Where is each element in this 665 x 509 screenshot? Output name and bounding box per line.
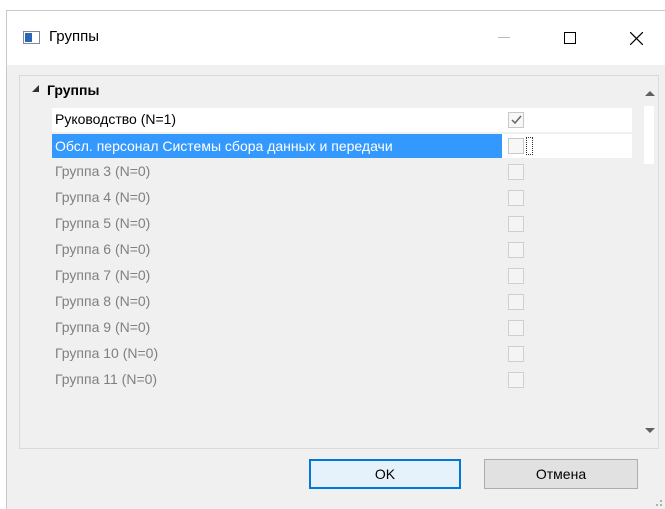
row-checkbox[interactable] xyxy=(508,164,524,180)
tree-row[interactable]: Группа 8 (N=0) xyxy=(52,290,632,314)
tree-row-label: Руководство (N=1) xyxy=(55,111,177,127)
tree-group-label: Группы xyxy=(47,82,100,98)
row-checkbox[interactable] xyxy=(508,320,524,336)
row-checkbox[interactable] xyxy=(508,372,524,388)
row-checkbox[interactable] xyxy=(508,242,524,258)
tree-row-label: Группа 7 (N=0) xyxy=(55,267,151,283)
tree-row[interactable]: Группа 5 (N=0) xyxy=(52,212,632,236)
minimize-button[interactable] xyxy=(481,11,527,65)
groups-tree[interactable]: Группы Руководство (N=1) Обсл. персонал С… xyxy=(19,75,659,449)
focus-indicator xyxy=(526,137,533,155)
tree-row-label: Группа 3 (N=0) xyxy=(55,163,151,179)
tree-row-label: Группа 6 (N=0) xyxy=(55,241,151,257)
tree-row[interactable]: Группа 4 (N=0) xyxy=(52,186,632,210)
expand-collapse-icon[interactable] xyxy=(31,84,40,93)
resize-grip-icon[interactable] xyxy=(653,497,663,507)
tree-row-label: Группа 8 (N=0) xyxy=(55,293,151,309)
tree-row[interactable]: Группа 6 (N=0) xyxy=(52,238,632,262)
window-app-icon xyxy=(23,31,40,44)
scroll-up-arrow-icon[interactable] xyxy=(642,86,658,102)
tree-row-label: Группа 5 (N=0) xyxy=(55,215,151,231)
maximize-button[interactable] xyxy=(547,11,593,65)
cancel-button[interactable]: Отмена xyxy=(484,459,638,489)
tree-row-label: Группа 10 (N=0) xyxy=(55,345,159,361)
checkmark-icon xyxy=(511,115,522,125)
row-checkbox[interactable] xyxy=(508,268,524,284)
row-checkbox[interactable] xyxy=(508,112,524,128)
tree-row[interactable]: Группа 9 (N=0) xyxy=(52,316,632,340)
tree-row[interactable]: Группа 7 (N=0) xyxy=(52,264,632,288)
tree-group-header[interactable]: Группы xyxy=(20,80,630,102)
close-button[interactable] xyxy=(613,11,659,65)
row-checkbox[interactable] xyxy=(508,190,524,206)
tree-row[interactable]: Группа 11 (N=0) xyxy=(52,368,632,392)
tree-row[interactable]: Обсл. персонал Системы сбора данных и пе… xyxy=(52,134,632,158)
tree-row[interactable]: Группа 3 (N=0) xyxy=(52,160,632,184)
window-title: Группы xyxy=(49,28,99,45)
tree-row[interactable]: Руководство (N=1) xyxy=(52,108,632,132)
row-checkbox[interactable] xyxy=(508,294,524,310)
row-checkbox[interactable] xyxy=(508,138,524,154)
vertical-scrollbar[interactable] xyxy=(642,76,658,448)
maximize-icon xyxy=(564,32,576,44)
tree-row-label: Группа 4 (N=0) xyxy=(55,189,151,205)
title-bar[interactable]: Группы xyxy=(7,11,665,65)
row-checkbox[interactable] xyxy=(508,346,524,362)
scroll-down-arrow-icon[interactable] xyxy=(642,422,658,438)
minimize-icon xyxy=(498,37,510,38)
row-checkbox[interactable] xyxy=(508,216,524,232)
tree-row-label: Обсл. персонал Системы сбора данных и пе… xyxy=(52,134,502,158)
scroll-thumb[interactable] xyxy=(644,106,654,164)
tree-row-label: Группа 9 (N=0) xyxy=(55,319,151,335)
dialog-window: Группы Группы Руководство (N=1) Обсл. пер… xyxy=(6,10,665,509)
tree-row-label: Группа 11 (N=0) xyxy=(55,371,158,387)
close-icon xyxy=(629,31,643,45)
tree-row[interactable]: Группа 10 (N=0) xyxy=(52,342,632,366)
ok-button[interactable]: OK xyxy=(309,459,461,489)
